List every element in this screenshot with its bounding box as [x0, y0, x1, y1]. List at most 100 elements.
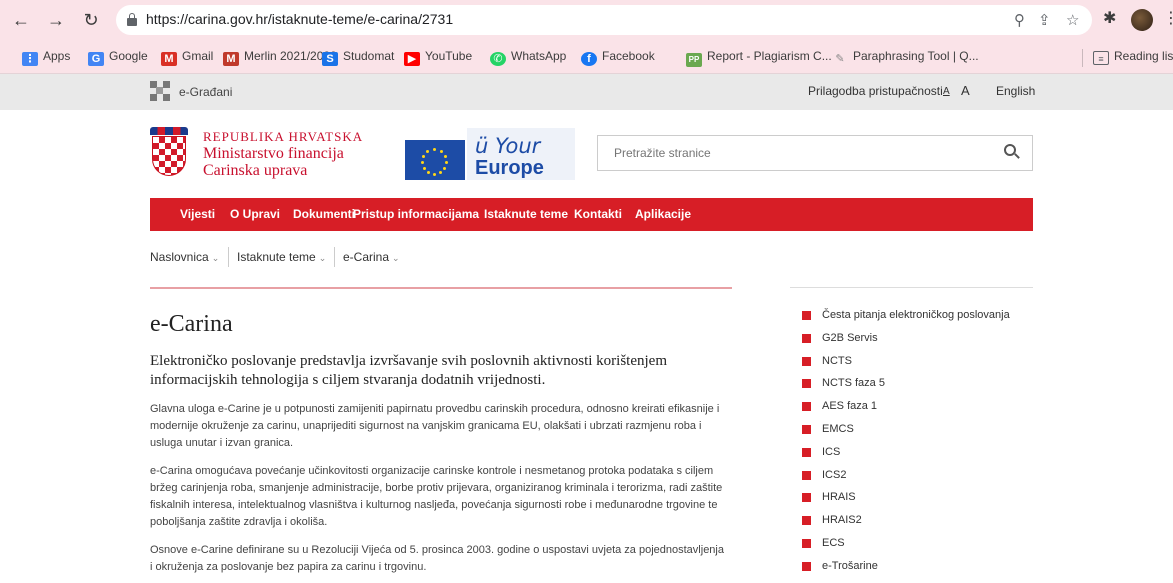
reload-icon[interactable]: ↻ — [80, 9, 102, 31]
nav-o-upravi[interactable]: O Upravi — [230, 207, 280, 221]
bullet-square-icon — [802, 470, 811, 480]
lock-icon — [127, 13, 137, 26]
bullet-square-icon — [802, 356, 811, 366]
chevron-down-icon: ⌄ — [318, 253, 327, 263]
nav-pristup-informacijama[interactable]: Pristup informacijama — [353, 207, 479, 221]
sidebar-item-ncts[interactable]: NCTS — [802, 353, 1042, 376]
browser-toolbar: ← → ↻ https://carina.gov.hr/istaknute-te… — [0, 0, 1173, 40]
article: e-Carina Elektroničko poslovanje predsta… — [150, 309, 750, 576]
bookmark-merlin[interactable]: M Merlin 2021/2022 — [223, 49, 337, 66]
bullet-square-icon — [802, 402, 811, 412]
forward-arrow-icon[interactable]: → — [45, 9, 67, 31]
profile-avatar[interactable] — [1131, 9, 1153, 31]
breadcrumb-istaknute-teme[interactable]: Istaknute teme ⌄ — [237, 250, 326, 264]
bullet-square-icon — [802, 561, 811, 571]
article-paragraph-1: Glavna uloga e-Carine je u potpunosti za… — [150, 403, 720, 449]
chevron-down-icon: ⌄ — [392, 253, 400, 263]
ministry-logo-text[interactable]: REPUBLIKA HRVATSKA Ministarstvo financij… — [203, 129, 363, 179]
bullet-square-icon — [802, 493, 811, 503]
sidebar-item-emcs[interactable]: EMCS — [802, 421, 1042, 444]
bookmark-whatsapp[interactable]: ✆ WhatsApp — [490, 49, 566, 66]
bookmark-youtube[interactable]: ▶ YouTube — [404, 49, 472, 66]
bullet-square-icon — [802, 516, 811, 526]
bookmarks-divider — [1082, 49, 1083, 67]
bookmark-plagiarism-report[interactable]: PP Report - Plagiarism C... — [686, 49, 832, 67]
article-lead: Elektroničko poslovanje predstavlja izvr… — [150, 353, 667, 388]
search-icon[interactable] — [1004, 144, 1020, 160]
e-gradjani-link[interactable]: e-Građani — [179, 85, 232, 99]
breadcrumb-naslovnica[interactable]: Naslovnica ⌄ — [150, 250, 219, 264]
breadcrumb-e-carina[interactable]: e-Carina ⌄ — [343, 250, 400, 264]
nav-dokumenti[interactable]: Dokumenti — [293, 207, 355, 221]
e-gradjani-logo-icon — [150, 81, 170, 101]
sidebar-item-ecs[interactable]: ECS — [802, 535, 1042, 558]
font-decrease-button[interactable]: A — [943, 86, 950, 97]
bookmark-apps[interactable]: ⋮ Apps — [22, 49, 70, 66]
sidebar-item-ncts-faza-5[interactable]: NCTS faza 5 — [802, 375, 1042, 398]
reading-list-icon: ≡ — [1093, 51, 1109, 65]
republic-name: REPUBLIKA HRVATSKA — [203, 129, 364, 144]
europe-text: Europe — [475, 157, 544, 179]
bullet-square-icon — [802, 311, 811, 320]
sidebar-divider — [790, 287, 1033, 288]
youtube-icon: ▶ — [404, 52, 420, 66]
whatsapp-icon: ✆ — [490, 52, 506, 66]
nav-kontakti[interactable]: Kontakti — [574, 207, 622, 221]
customs-name: Carinska uprava — [203, 162, 308, 179]
content-divider — [150, 287, 732, 289]
nav-istaknute-teme[interactable]: Istaknute teme — [484, 207, 568, 221]
sidebar-item-hrais2[interactable]: HRAIS2 — [802, 512, 1042, 535]
ministry-name: Ministarstvo financija — [203, 145, 344, 162]
gmail-icon: M — [161, 52, 177, 66]
article-paragraph-3: Osnove e-Carine definirane su u Rezoluci… — [150, 544, 724, 573]
eu-flag-icon[interactable] — [405, 140, 465, 180]
sidebar-item-e-trosarine[interactable]: e-Trošarine — [802, 558, 1042, 581]
plagiarism-icon: PP — [686, 53, 702, 67]
back-arrow-icon[interactable]: ← — [10, 9, 32, 31]
bookmark-gmail[interactable]: M Gmail — [161, 49, 213, 66]
sidebar-item-ics[interactable]: ICS — [802, 444, 1042, 467]
main-navigation: Vijesti O Upravi Dokumenti Pristup infor… — [150, 198, 1033, 231]
chevron-down-icon: ⌄ — [211, 253, 220, 263]
bookmark-studomat[interactable]: S Studomat — [322, 49, 394, 66]
address-bar[interactable]: https://carina.gov.hr/istaknute-teme/e-c… — [116, 5, 1092, 35]
nav-vijesti[interactable]: Vijesti — [180, 207, 215, 221]
accessibility-link[interactable]: Prilagodba pristupačnosti — [808, 84, 943, 98]
menu-kebab-icon[interactable]: ⋮ — [1163, 8, 1173, 28]
language-english-link[interactable]: English — [996, 84, 1035, 98]
smile-icon: ü — [475, 134, 489, 158]
bookmark-google[interactable]: G Google — [88, 49, 148, 66]
extensions-icon[interactable]: ✱ — [1103, 8, 1116, 28]
sidebar-item-ics2[interactable]: ICS2 — [802, 467, 1042, 490]
sidebar-item-cesta-pitanja[interactable]: Česta pitanja elektroničkog poslovanja — [802, 307, 1042, 330]
bookmark-paraphrasing-tool[interactable]: ✎ Paraphrasing Tool | Q... — [832, 49, 978, 66]
page-title: e-Carina — [150, 311, 233, 337]
bullet-square-icon — [802, 333, 811, 343]
sidebar-links: Česta pitanja elektroničkog poslovanja G… — [802, 307, 1042, 581]
bookmark-star-icon[interactable]: ☆ — [1066, 11, 1079, 29]
article-paragraph-2: e-Carina omogućava povećanje učinkovitos… — [150, 465, 723, 528]
font-increase-button[interactable]: A — [961, 83, 970, 98]
your-text: Your — [495, 134, 541, 158]
reading-list[interactable]: ≡ Reading lis — [1093, 49, 1173, 65]
bullet-square-icon — [802, 424, 811, 434]
url-text[interactable]: https://carina.gov.hr/istaknute-teme/e-c… — [146, 11, 453, 27]
your-europe-logo[interactable]: ü Your Europe — [475, 135, 544, 179]
studomat-icon: S — [322, 52, 338, 66]
bullet-square-icon — [802, 379, 811, 389]
zoom-icon[interactable]: ⚲ — [1014, 11, 1025, 29]
bullet-square-icon — [802, 447, 811, 457]
bookmarks-bar: ⋮ Apps G Google M Gmail M Merlin 2021/2022 S… — [0, 40, 1173, 74]
sidebar-item-g2b-servis[interactable]: G2B Servis — [802, 330, 1042, 353]
quillbot-icon: ✎ — [835, 53, 845, 65]
bookmark-facebook[interactable]: f Facebook — [581, 49, 655, 66]
croatian-coat-of-arms-icon[interactable] — [150, 127, 188, 177]
share-icon[interactable]: ⇪ — [1038, 11, 1051, 29]
sidebar-item-aes-faza-1[interactable]: AES faza 1 — [802, 398, 1042, 421]
sidebar-item-hrais[interactable]: HRAIS — [802, 489, 1042, 512]
search-input[interactable] — [598, 136, 998, 170]
facebook-icon: f — [581, 52, 597, 66]
nav-aplikacije[interactable]: Aplikacije — [635, 207, 691, 221]
apps-grid-icon: ⋮ — [22, 52, 38, 66]
merlin-icon: M — [223, 52, 239, 66]
